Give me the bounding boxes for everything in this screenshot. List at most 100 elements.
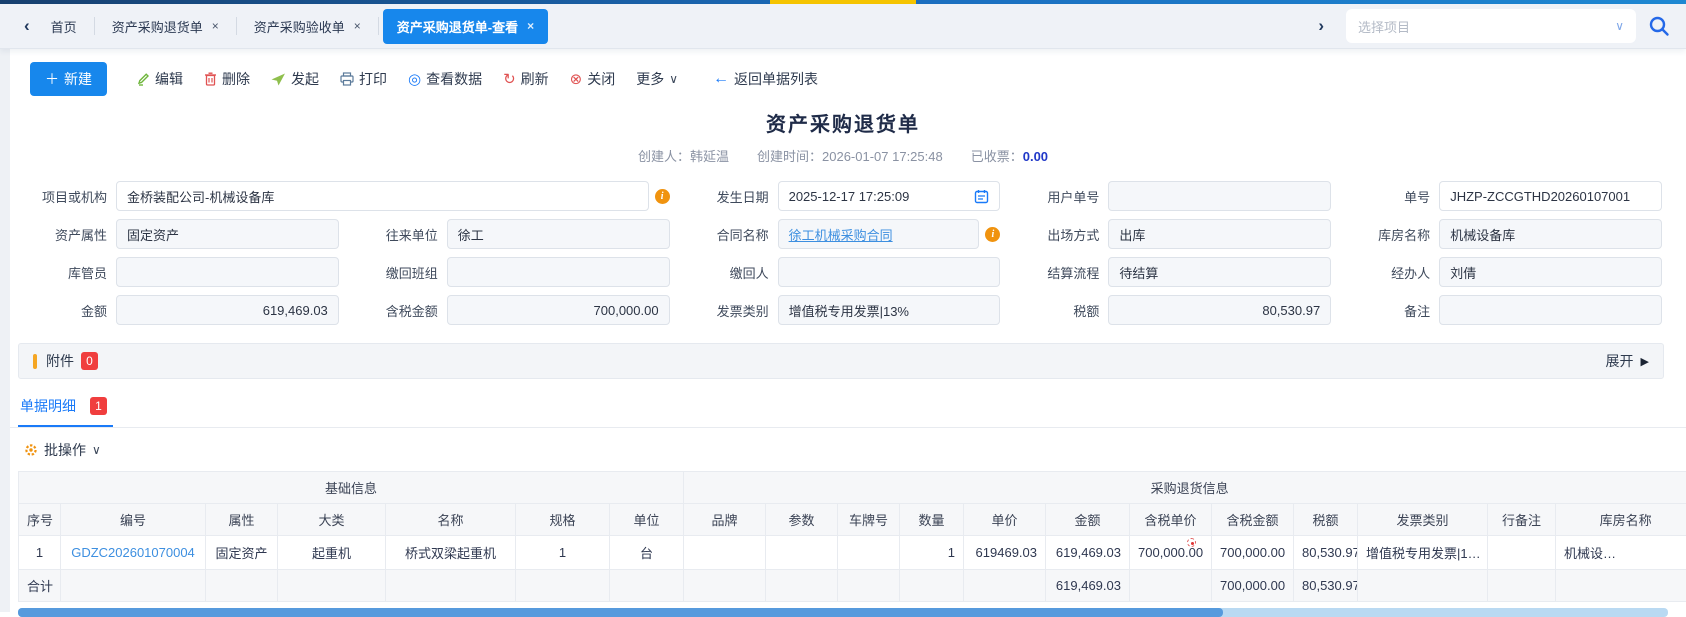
initiate-button[interactable]: 发起 bbox=[271, 69, 319, 89]
field-tax: 税额 80,530.97 bbox=[1008, 295, 1331, 325]
group-header-row: 基础信息 采购退货信息 bbox=[19, 472, 1686, 504]
detail-table-wrap: 基础信息 采购退货信息 序号 编号 属性 大类 名称 规格 单位 品牌 参数 车… bbox=[18, 471, 1686, 602]
total-tax-incl-amount: 700,000.00 bbox=[1212, 570, 1294, 602]
remark-input[interactable] bbox=[1439, 295, 1662, 325]
total-tax: 80,530.97 bbox=[1294, 570, 1358, 602]
printer-icon bbox=[340, 72, 354, 86]
gear-icon bbox=[24, 443, 38, 457]
search-icon[interactable] bbox=[1648, 15, 1670, 37]
project-select-placeholder: 选择项目 bbox=[1358, 17, 1410, 36]
user-doc-no-input[interactable] bbox=[1108, 181, 1331, 211]
tab-asset-purchase-return[interactable]: 资产采购退货单× bbox=[99, 11, 232, 42]
tabs-scroll-left-icon[interactable]: ‹ bbox=[16, 16, 38, 36]
scrollbar-thumb[interactable] bbox=[18, 608, 1223, 617]
chevron-down-icon: ∨ bbox=[92, 443, 101, 457]
field-exit-method: 出场方式 出库 bbox=[1008, 219, 1331, 249]
tab-asset-purchase-return-view[interactable]: 资产采购退货单-查看× bbox=[383, 9, 548, 44]
asset-code-link[interactable]: GDZC202601070004 bbox=[61, 536, 206, 570]
expand-button[interactable]: 展开 ▶ bbox=[1606, 351, 1649, 371]
field-user-doc-no: 用户单号 bbox=[1008, 181, 1331, 211]
attachments-label: 附件 bbox=[46, 351, 74, 371]
tabs-scroll-right-icon[interactable]: › bbox=[1310, 16, 1332, 36]
more-button[interactable]: 更多 ∨ bbox=[636, 69, 678, 89]
close-tab-icon[interactable]: × bbox=[354, 20, 361, 32]
field-tax-incl-amount: 含税金额 700,000.00 bbox=[347, 295, 670, 325]
field-return-team: 缴回班组 bbox=[347, 257, 670, 287]
column-header-row: 序号 编号 属性 大类 名称 规格 单位 品牌 参数 车牌号 数量 单价 金额 … bbox=[19, 504, 1686, 536]
amount-input: 619,469.03 bbox=[116, 295, 339, 325]
return-team-input bbox=[447, 257, 670, 287]
occur-date-input[interactable]: 2025-12-17 17:25:09 bbox=[778, 181, 1001, 211]
warehouse-keeper-input bbox=[116, 257, 339, 287]
calendar-icon[interactable] bbox=[974, 189, 989, 204]
settlement-flow-input: 待结算 bbox=[1108, 257, 1331, 287]
delete-button[interactable]: 删除 bbox=[204, 69, 250, 89]
batch-operations-button[interactable]: 批操作 ∨ bbox=[0, 428, 1686, 471]
tab-divider bbox=[378, 17, 379, 35]
tab-home[interactable]: 首页 bbox=[38, 11, 90, 42]
left-margin-strip bbox=[0, 49, 10, 612]
creator-info: 创建人：韩延温 bbox=[638, 146, 729, 165]
total-label: 合计 bbox=[19, 570, 61, 602]
tab-asset-purchase-acceptance[interactable]: 资产采购验收单× bbox=[241, 11, 374, 42]
info-icon[interactable]: i bbox=[985, 227, 1000, 242]
tax-incl-amount-input: 700,000.00 bbox=[447, 295, 670, 325]
expand-arrow-icon: ▶ bbox=[1641, 355, 1649, 368]
view-data-button[interactable]: ◎ 查看数据 bbox=[408, 69, 482, 89]
pencil-icon bbox=[136, 72, 150, 86]
received-invoice-info: 已收票：0.00 bbox=[971, 146, 1048, 165]
tax-incl-price-cell: 700,000.00 bbox=[1130, 536, 1212, 570]
group-basic-info: 基础信息 bbox=[19, 472, 684, 504]
return-person-input bbox=[778, 257, 1001, 287]
info-icon[interactable]: i bbox=[655, 189, 670, 204]
tab-divider bbox=[236, 17, 237, 35]
close-circle-icon: ⊗ bbox=[570, 72, 583, 87]
chevron-down-icon: ∨ bbox=[1615, 19, 1624, 33]
field-return-person: 缴回人 bbox=[678, 257, 1001, 287]
attachment-marker-icon bbox=[33, 354, 37, 369]
tax-input: 80,530.97 bbox=[1108, 295, 1331, 325]
field-amount: 金额 619,469.03 bbox=[16, 295, 339, 325]
close-button[interactable]: ⊗ 关闭 bbox=[570, 69, 616, 89]
total-row: 合计 619,469.03 700,000.00 80,530.97 bbox=[19, 570, 1686, 602]
new-button[interactable]: ＋新建 bbox=[30, 62, 107, 96]
contract-link[interactable]: 徐工机械采购合同 bbox=[789, 225, 893, 244]
asset-attr-input: 固定资产 bbox=[116, 219, 339, 249]
paper-plane-icon bbox=[271, 73, 286, 86]
field-handler: 经办人 刘倩 bbox=[1339, 257, 1662, 287]
field-remark: 备注 bbox=[1339, 295, 1662, 325]
doc-no-input: JHZP-ZCCGTHD20260107001 bbox=[1439, 181, 1662, 211]
group-purchase-return-info: 采购退货信息 bbox=[684, 472, 1686, 504]
view-data-icon: ◎ bbox=[408, 72, 421, 87]
chevron-down-icon: ∨ bbox=[669, 72, 678, 86]
project-org-input[interactable]: 金桥装配公司-机械设备库 bbox=[116, 181, 649, 211]
field-project-org: 项目或机构 金桥装配公司-机械设备库 i bbox=[16, 181, 670, 211]
invoice-type-input: 增值税专用发票|13% bbox=[778, 295, 1001, 325]
field-warehouse-keeper: 库管员 bbox=[16, 257, 339, 287]
created-time-info: 创建时间：2026-01-07 17:25:48 bbox=[757, 146, 943, 165]
doc-meta: 创建人：韩延温 创建时间：2026-01-07 17:25:48 已收票：0.0… bbox=[0, 146, 1686, 165]
table-row: 1 GDZC202601070004 固定资产 起重机 桥式双梁起重机 1 台 … bbox=[19, 536, 1686, 570]
field-doc-no: 单号 JHZP-ZCCGTHD20260107001 bbox=[1339, 181, 1662, 211]
project-select[interactable]: 选择项目 ∨ bbox=[1346, 9, 1636, 43]
print-button[interactable]: 打印 bbox=[340, 69, 387, 89]
field-contract-name: 合同名称 徐工机械采购合同 i bbox=[678, 219, 1001, 249]
attachments-bar[interactable]: 附件 0 展开 ▶ bbox=[18, 343, 1664, 379]
edited-cell-marker-icon bbox=[1187, 538, 1196, 547]
refresh-icon: ↻ bbox=[503, 72, 516, 87]
back-to-list-button[interactable]: ← 返回单据列表 bbox=[713, 69, 818, 89]
horizontal-scrollbar[interactable] bbox=[18, 608, 1668, 617]
field-settlement-flow: 结算流程 待结算 bbox=[1008, 257, 1331, 287]
tab-divider bbox=[94, 17, 95, 35]
contract-name-input: 徐工机械采购合同 bbox=[778, 219, 980, 249]
received-invoice-value: 0.00 bbox=[1023, 149, 1048, 164]
handler-input: 刘倩 bbox=[1439, 257, 1662, 287]
toolbar: ＋新建 编辑 删除 发起 打印 ◎ 查看数据 ↻ 刷新 ⊗ 关闭 更多 ∨ ← … bbox=[0, 49, 1686, 108]
close-tab-icon[interactable]: × bbox=[527, 20, 534, 32]
refresh-button[interactable]: ↻ 刷新 bbox=[503, 69, 549, 89]
total-amount: 619,469.03 bbox=[1046, 570, 1130, 602]
tab-doc-detail[interactable]: 单据明细 1 bbox=[18, 394, 113, 427]
field-counterparty: 往来单位 徐工 bbox=[347, 219, 670, 249]
close-tab-icon[interactable]: × bbox=[212, 20, 219, 32]
edit-button[interactable]: 编辑 bbox=[136, 69, 183, 89]
